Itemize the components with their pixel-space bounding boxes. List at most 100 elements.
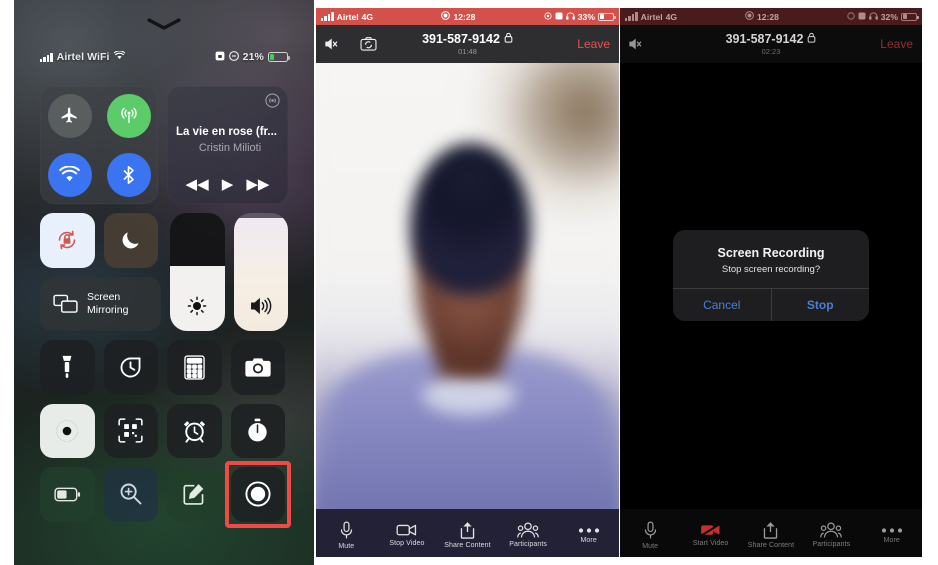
participants-button[interactable]: Participants [803,522,859,548]
location-icon [847,11,855,22]
rotation-lock-status-icon [858,11,866,22]
screen-mirroring-label: Screen Mirroring [87,291,129,316]
zoom-stop-recording-panel: Airtel 4G 12:28 32% 391-587-9142 02:23 L… [620,8,922,557]
brightness-slider[interactable] [170,213,225,331]
screen-recording-button[interactable] [230,467,285,522]
mute-speaker-icon[interactable] [325,38,338,50]
participants-icon [820,522,843,538]
switch-camera-icon[interactable] [360,37,377,51]
cc-row-5 [40,461,291,528]
cc-row-1: La vie en rose (fr... Cristin Milioti ◀◀… [40,86,288,204]
meeting-title: 391-587-9142 [422,32,513,46]
mute-button[interactable]: Mute [318,521,374,550]
share-content-button[interactable]: Share Content [743,521,799,549]
signal-bars-icon [40,52,53,62]
mute-speaker-icon[interactable] [629,38,642,50]
connectivity-tile[interactable] [40,86,158,204]
battery-icon [900,12,919,21]
headphones-icon [565,11,575,22]
previous-track-button[interactable]: ◀◀ [186,177,209,192]
dark-mode-button[interactable] [40,403,95,458]
more-button[interactable]: More [864,527,920,544]
leave-meeting-button[interactable]: Leave [880,37,913,51]
clock-label: 12:28 [453,11,476,22]
next-track-button[interactable]: ▶▶ [246,177,269,192]
control-center-handle[interactable] [147,18,181,30]
cellular-data-toggle[interactable] [106,93,151,138]
notes-button[interactable] [167,467,222,522]
meeting-id-label: 391-587-9142 [725,32,804,46]
brightness-icon [170,295,225,317]
recording-dot-icon [745,11,754,22]
alarm-button[interactable] [167,403,222,458]
rotation-lock-status-icon [555,11,563,22]
now-playing-title: La vie en rose (fr... [176,126,277,138]
control-center-grid: La vie en rose (fr... Cristin Milioti ◀◀… [40,86,291,531]
mute-button[interactable]: Mute [622,521,678,550]
camera-button[interactable] [230,340,285,395]
stopwatch-button[interactable] [230,403,285,458]
screenshot-stage: Airtel WiFi 21% La vie en rose (fr... Cr… [0,0,938,565]
play-button[interactable]: ▶ [222,177,234,192]
carrier-label: Airtel WiFi [56,51,110,63]
screen-mirroring-icon [53,294,78,313]
volume-icon [234,295,289,317]
share-content-button[interactable]: Share Content [439,521,495,549]
share-up-icon [460,522,475,539]
share-up-icon [764,522,778,539]
do-not-disturb-status-icon [228,50,239,64]
network-type-label: 4G [665,11,678,22]
airplay-icon[interactable] [265,93,280,108]
start-video-label: Start Video [692,540,729,547]
qr-scanner-button[interactable] [103,403,158,458]
participants-label: Participants [509,541,547,548]
do-not-disturb-toggle[interactable] [103,213,158,268]
cc-row-3 [40,340,288,395]
more-dots-icon [881,527,902,533]
airplane-mode-toggle[interactable] [47,93,92,138]
wifi-toggle[interactable] [47,152,92,197]
carrier-label: Airtel [640,11,663,22]
timer-button[interactable] [103,340,158,395]
low-power-mode-button[interactable] [40,467,95,522]
meeting-timer: 02:23 [761,47,781,56]
volume-slider[interactable] [233,213,289,331]
status-bar: Airtel WiFi 21% [14,48,314,66]
video-camera-icon [396,524,417,536]
flashlight-button[interactable] [40,340,95,395]
now-playing-artist: Cristin Milioti [198,142,262,154]
screen-mirroring-tile[interactable]: Screen Mirroring [40,276,161,331]
stop-video-button[interactable]: Stop Video [379,523,435,547]
start-video-button[interactable]: Start Video [683,523,739,547]
carrier-label: Airtel [336,11,359,22]
bluetooth-toggle[interactable] [106,152,151,197]
zoom-topbar: 391-587-9142 02:23 Leave [620,25,922,63]
control-center-panel: Airtel WiFi 21% La vie en rose (fr... Cr… [14,0,314,565]
now-playing-tile[interactable]: La vie en rose (fr... Cristin Milioti ◀◀… [167,86,288,204]
rotation-lock-toggle[interactable] [40,213,95,268]
alert-actions: Cancel Stop [673,288,869,321]
network-type-label: 4G [361,11,374,22]
zoom-toolbar: Mute Stop Video Share Content Participan… [316,509,619,557]
more-button[interactable]: More [561,527,617,544]
microphone-icon [644,521,656,539]
alert-message: Stop screen recording? [721,264,821,275]
battery-icon [597,12,616,21]
video-camera-off-icon [701,523,720,537]
calculator-button[interactable] [167,340,222,395]
mute-label: Mute [338,542,355,550]
alert-stop-button[interactable]: Stop [770,289,870,321]
leave-meeting-button[interactable]: Leave [577,37,610,51]
meeting-video-feed[interactable] [316,63,619,509]
share-content-label: Share Content [747,542,795,549]
meeting-timer: 01:48 [458,47,477,56]
rotation-lock-status-icon [215,51,225,64]
location-icon [544,11,552,22]
mute-label: Mute [642,542,659,550]
alert-cancel-button[interactable]: Cancel [673,289,771,321]
magnifier-button[interactable] [103,467,158,522]
participants-button[interactable]: Participants [500,522,556,548]
screen-recording-wrapper [224,461,291,528]
ios-status-bar-recording: Airtel 4G 12:28 33% [316,8,619,25]
recording-dot-icon [441,11,451,22]
